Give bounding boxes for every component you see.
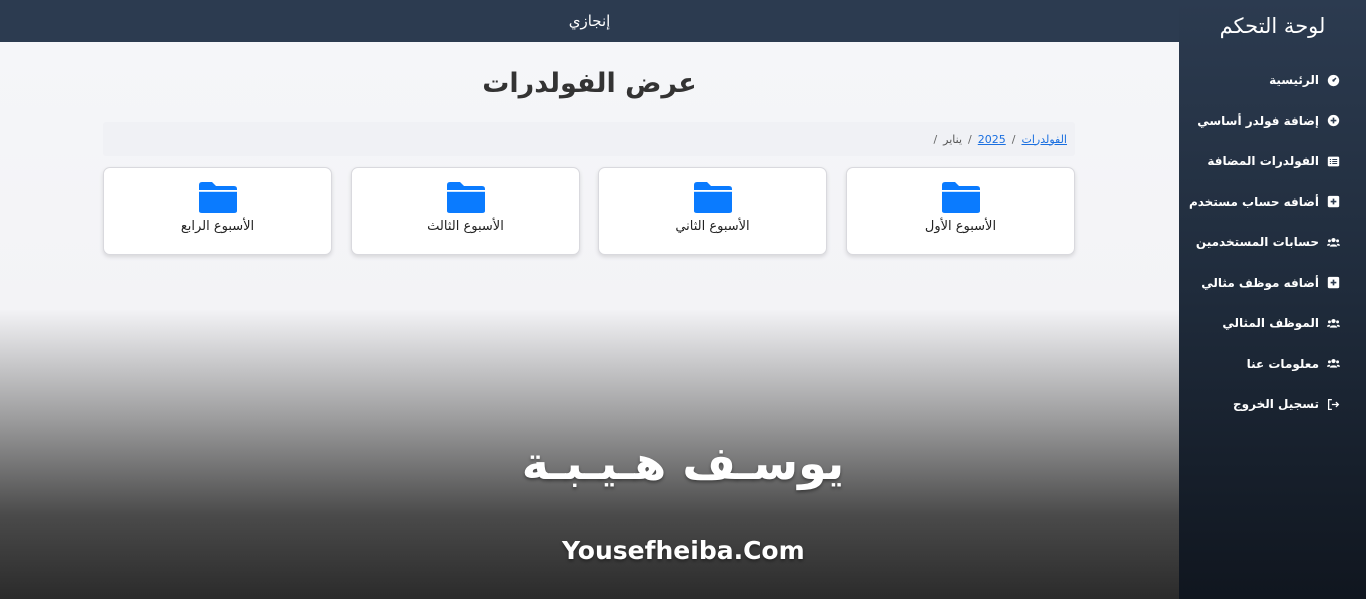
folder-label: الأسبوع الرابع [180, 219, 255, 234]
sidebar-item-ideal-employee[interactable]: الموظف المثالي [1179, 303, 1366, 344]
sidebar-item-label: حسابات المستخدمين [1195, 235, 1319, 250]
breadcrumb-current: يناير [943, 132, 963, 146]
users-icon [1326, 235, 1340, 249]
sidebar-item-label: الرئيسية [1269, 73, 1319, 88]
users-icon [1326, 316, 1340, 330]
sidebar-item-user-accounts[interactable]: حسابات المستخدمين [1179, 222, 1366, 263]
folder-card-week-4[interactable]: الأسبوع الرابع [103, 167, 332, 255]
folder-icon [693, 182, 732, 213]
watermark-arabic: يوسـف هـيـبـة [521, 436, 845, 490]
main-content: عرض الفولدرات الفولدرات / 2025 / يناير /… [0, 42, 1179, 599]
sidebar-item-label: الموظف المثالي [1222, 316, 1319, 331]
breadcrumb: الفولدرات / 2025 / يناير / [103, 122, 1075, 156]
sidebar-item-label: أضافه حساب مستخدم [1188, 194, 1319, 209]
folder-label: الأسبوع الثاني [675, 219, 750, 234]
sidebar-item-label: إضافة فولدر أساسي [1197, 113, 1319, 128]
sidebar-item-label: أضافه موظف مثالي [1201, 275, 1319, 290]
breadcrumb-separator: / [933, 132, 938, 146]
folder-label: الأسبوع الثالث [427, 219, 504, 234]
plus-square-icon [1326, 276, 1340, 290]
folder-card-week-1[interactable]: الأسبوع الأول [846, 167, 1075, 255]
sidebar-item-label: تسجيل الخروج [1233, 397, 1319, 412]
breadcrumb-separator: / [1011, 132, 1016, 146]
sidebar-item-label: معلومات عنا [1246, 356, 1319, 371]
sidebar-item-about[interactable]: معلومات عنا [1179, 344, 1366, 385]
logout-icon [1326, 397, 1340, 411]
list-icon [1326, 154, 1340, 168]
users-icon [1326, 357, 1340, 371]
folder-card-week-3[interactable]: الأسبوع الثالث [351, 167, 580, 255]
page-title: عرض الفولدرات [482, 68, 697, 99]
sidebar-title: لوحة التحكم [1219, 14, 1326, 38]
sidebar-item-add-folder[interactable]: إضافة فولدر أساسي [1179, 101, 1366, 142]
sidebar: لوحة التحكم الرئيسية إضافة فولدر أساسي ا… [1179, 0, 1366, 599]
folder-icon [941, 182, 980, 213]
sidebar-item-add-user[interactable]: أضافه حساب مستخدم [1179, 182, 1366, 223]
sidebar-item-add-employee[interactable]: أضافه موظف مثالي [1179, 263, 1366, 304]
breadcrumb-year-link[interactable]: 2025 [978, 133, 1006, 146]
sidebar-item-added-folders[interactable]: الفولدرات المضافة [1179, 141, 1366, 182]
watermark-english: Yousefheiba.Com [562, 536, 805, 565]
plus-square-icon [1326, 195, 1340, 209]
folder-icon [446, 182, 485, 213]
sidebar-item-logout[interactable]: تسجيل الخروج [1179, 384, 1366, 425]
folder-label: الأسبوع الأول [924, 219, 997, 234]
folder-card-week-2[interactable]: الأسبوع الثاني [598, 167, 827, 255]
dashboard-icon [1326, 73, 1340, 87]
sidebar-item-home[interactable]: الرئيسية [1179, 60, 1366, 101]
top-bar: إنجازي [0, 0, 1179, 42]
breadcrumb-folders-link[interactable]: الفولدرات [1021, 133, 1067, 146]
breadcrumb-separator: / [968, 132, 972, 146]
sidebar-item-label: الفولدرات المضافة [1207, 154, 1319, 169]
app-title: إنجازي [568, 12, 611, 30]
folder-grid: الأسبوع الأول الأسبوع الثاني الأسبوع الث… [103, 167, 1075, 255]
folder-icon [198, 182, 237, 213]
plus-circle-icon [1326, 114, 1340, 128]
